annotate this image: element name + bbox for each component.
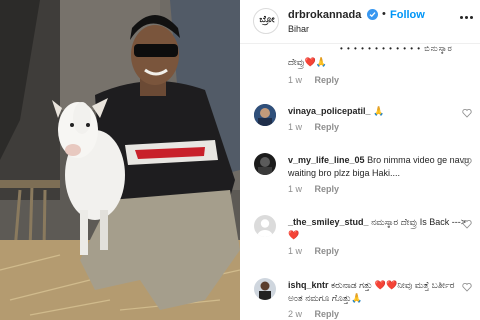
commenter-avatar[interactable]	[254, 278, 276, 300]
comment-meta: 1 w Reply	[288, 184, 339, 194]
verified-badge-icon	[367, 9, 378, 20]
comment-time: 1 w	[288, 75, 303, 85]
commenter-avatar[interactable]	[254, 215, 276, 237]
header-separator: •	[382, 8, 386, 20]
comment-username[interactable]: vinaya_policepatil_	[288, 106, 371, 116]
comment-body: _the_smiley_stud_ ನಮಸ್ಕಾರ ದೇವ್ರು Is Back…	[288, 216, 470, 242]
comment-time: 2 w	[288, 309, 303, 319]
reply-button[interactable]: Reply	[315, 246, 340, 256]
profile-avatar[interactable]: ಬ್ರೋ	[253, 8, 279, 34]
comment-username[interactable]: ishq_kntr	[288, 280, 329, 290]
like-heart-icon[interactable]	[462, 282, 472, 292]
comment-username[interactable]: v_my_life_line_05	[288, 155, 365, 165]
reply-button[interactable]: Reply	[315, 122, 340, 132]
commenter-avatar[interactable]	[254, 104, 276, 126]
like-heart-icon[interactable]	[462, 157, 472, 167]
comment-meta: 1 w Reply	[288, 246, 339, 256]
comment-time: 1 w	[288, 246, 303, 256]
comment-time: 1 w	[288, 122, 303, 132]
like-heart-icon[interactable]	[462, 219, 472, 229]
comment-partial-text: ದೇವ್ರು❤️🙏	[288, 57, 327, 67]
comment-text: 🙏	[373, 106, 385, 116]
reply-button[interactable]: Reply	[315, 309, 340, 319]
post-username[interactable]: drbrokannada	[288, 9, 361, 21]
comment-time: 1 w	[288, 184, 303, 194]
comment-partial-text-top: • • • • • • • • • • • • ಬಿನುಸ್ಕಾರ	[340, 44, 453, 53]
comment-body: v_my_life_line_05 Bro nimma video ge nav…	[288, 154, 470, 180]
comment-username[interactable]: _the_smiley_stud_	[288, 217, 369, 227]
comment-meta: 1 w Reply	[288, 122, 339, 132]
post-photo	[0, 0, 240, 320]
avatar-logo-text: ಬ್ರೋ	[259, 15, 275, 25]
post-location[interactable]: Bihar	[288, 24, 309, 34]
comment-meta: 1 w Reply	[288, 75, 339, 85]
post-image	[0, 0, 240, 320]
follow-button[interactable]: Follow	[390, 9, 425, 21]
reply-button[interactable]: Reply	[315, 184, 340, 194]
reply-button[interactable]: Reply	[315, 75, 340, 85]
more-options-icon[interactable]	[458, 9, 474, 25]
comments-panel: ಬ್ರೋ drbrokannada • Follow Bihar • • • •…	[240, 0, 480, 320]
comment-body: ishq_kntr ಕರುನಾಡ ಗತ್ತು ❤️❤️ನೀವು ಮತ್ತೆ ಬರ…	[288, 279, 470, 305]
post-header: ಬ್ರೋ drbrokannada • Follow Bihar	[240, 0, 480, 44]
commenter-avatar[interactable]	[254, 153, 276, 175]
like-heart-icon[interactable]	[462, 108, 472, 118]
comment-meta: 2 w Reply	[288, 309, 339, 319]
comment-body: vinaya_policepatil_ 🙏	[288, 105, 470, 118]
